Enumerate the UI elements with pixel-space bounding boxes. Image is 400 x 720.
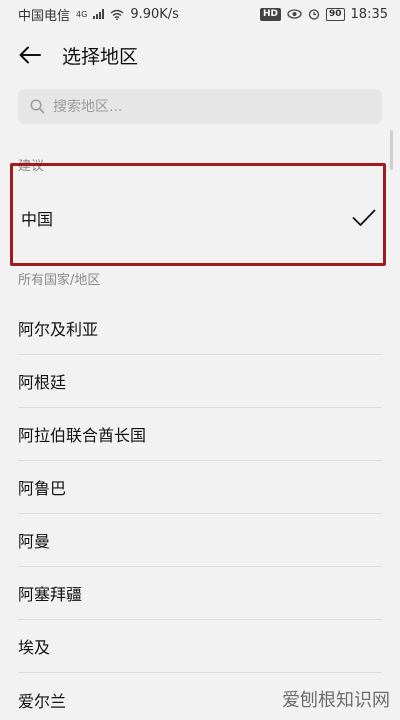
list-item[interactable]: 阿拉伯联合酋长国 [18, 408, 382, 461]
arrow-left-icon [19, 46, 41, 64]
list-item[interactable]: 阿鲁巴 [18, 461, 382, 514]
header: 选择地区 [0, 28, 400, 82]
search-bar[interactable] [18, 89, 382, 124]
search-input[interactable] [53, 98, 353, 115]
status-left: 中国电信 4G 9.90K/s [18, 5, 179, 24]
back-button[interactable] [10, 35, 50, 75]
page-title: 选择地区 [62, 45, 139, 68]
list-item[interactable]: 阿曼 [18, 514, 382, 567]
suggested-highlight: 中国 [10, 163, 386, 266]
scrollbar[interactable] [390, 130, 393, 170]
network-speed: 9.90K/s [130, 6, 179, 22]
status-right: HD 90 18:35 [259, 6, 388, 22]
list-item[interactable]: 阿尔及利亚 [18, 302, 382, 355]
wifi-icon [110, 9, 124, 20]
alarm-icon [308, 9, 320, 20]
all-regions-label: 所有国家/地区 [18, 273, 101, 288]
network-type: 4G [76, 9, 88, 19]
signal-icon [93, 9, 105, 19]
carrier-name: 中国电信 [18, 8, 71, 24]
clock: 18:35 [350, 6, 388, 22]
region-name: 中国 [21, 210, 54, 229]
hd-badge: HD [259, 7, 281, 21]
search-icon [30, 99, 45, 114]
list-item[interactable]: 阿根廷 [18, 355, 382, 408]
list-item[interactable]: 阿塞拜疆 [18, 567, 382, 620]
watermark: 爱刨根知识网 [282, 690, 390, 711]
region-list: 阿尔及利亚 阿根廷 阿拉伯联合酋长国 阿鲁巴 阿曼 阿塞拜疆 埃及 爱尔兰 [0, 302, 400, 720]
checkmark-icon [352, 209, 376, 226]
status-bar: 中国电信 4G 9.90K/s HD 90 18:35 [0, 0, 400, 28]
list-item[interactable]: 埃及 [18, 620, 382, 673]
eye-icon [287, 9, 302, 19]
battery-icon: 90 [326, 7, 345, 21]
region-item-china[interactable]: 中国 [21, 193, 376, 243]
